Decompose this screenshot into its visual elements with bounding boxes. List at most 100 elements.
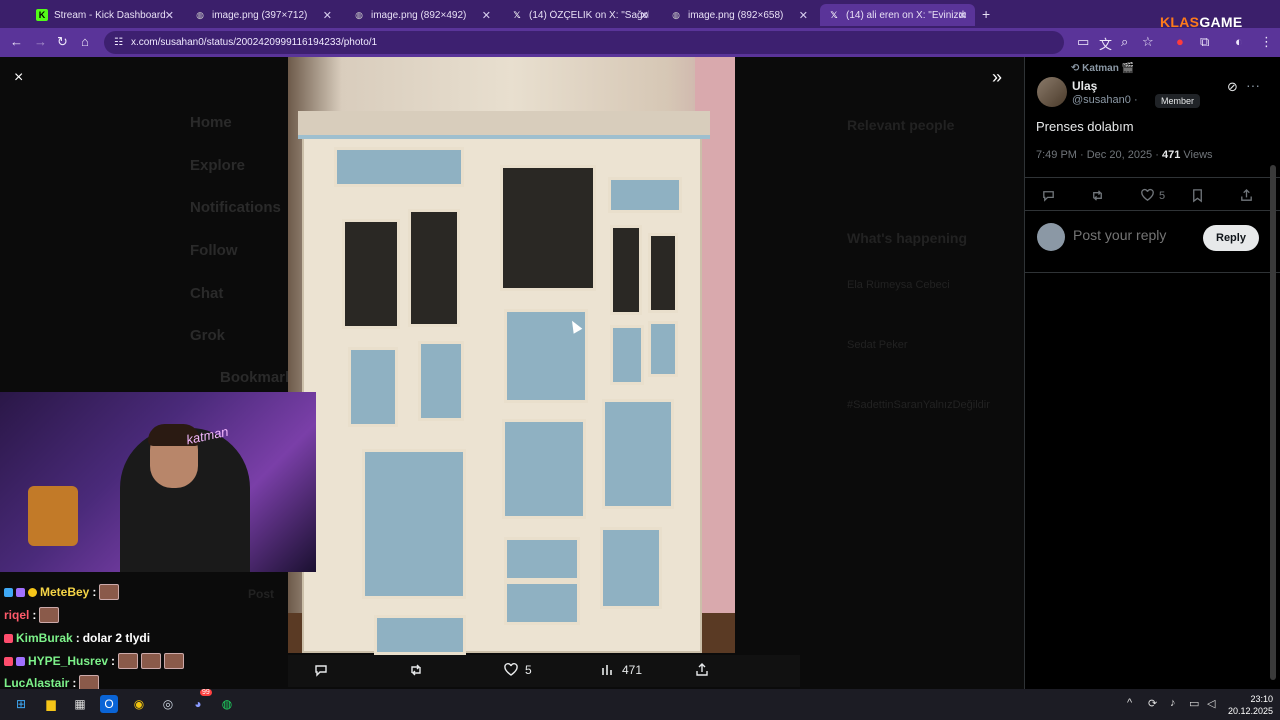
close-tab-icon[interactable]: ✕ [323,9,332,22]
wardrobe-panel [602,399,674,509]
file-explorer-icon[interactable]: ▆ [42,695,60,713]
volume-icon[interactable]: ◁ [1207,697,1215,710]
repost-action[interactable] [408,662,424,678]
tab-ali-eren[interactable]: 𝕏 (14) ali eren on X: "Evinizdeki e ✕ [820,4,975,26]
wardrobe-panel [600,527,662,609]
browser-tab-bar: K Stream - Kick Dashboard ✕ ◍ image.png … [0,0,1280,30]
discord-icon[interactable]: ◕ 99 [189,689,212,713]
reply-input[interactable] [1073,227,1213,243]
wardrobe-panel [502,419,586,519]
reposted-by[interactable]: ⟲ Katman 🎬 [1071,63,1134,74]
sub-badge-icon [4,633,13,643]
bg-trend-3: #SadettinSaranYalnızDeğildir [847,399,990,411]
close-tab-icon[interactable]: ✕ [958,9,967,22]
translate-icon[interactable]: 文 [1099,34,1112,53]
home-icon[interactable]: ⌂ [81,34,89,49]
install-icon[interactable]: ▭ [1077,34,1089,50]
webcam-overlay: katman [0,392,316,572]
bg-trend-1: Ela Rümeysa Cebeci [847,279,950,291]
wardrobe-glass [610,225,642,315]
sub-badge-icon [4,656,13,666]
bg-nav-grok: Grok [190,327,226,344]
reply-icon [1043,191,1054,202]
like-button[interactable]: 5 [1140,188,1165,203]
wardrobe-roof [298,111,710,139]
tab-title: image.png (892×658) [688,9,784,21]
like-action[interactable]: 5 [503,662,532,678]
wardrobe-panel [334,147,464,187]
address-bar[interactable]: ☷ x.com/susahan0/status/2002420999116194… [104,31,1064,54]
reply-submit-button[interactable]: Reply [1203,225,1259,251]
close-tab-icon[interactable]: ✕ [640,9,649,22]
wardrobe-photo [288,57,735,655]
sync-icon[interactable]: ⟳ [1148,697,1157,710]
store-icon[interactable]: ▦ [71,695,89,713]
member-badge: Member [1155,94,1201,108]
emote-icon [164,653,185,669]
sub-badge-icon [4,587,13,597]
back-icon[interactable]: ← [10,34,23,49]
share-button[interactable] [1239,188,1254,203]
tab-title: (14) ÖZÇELİK on X: "Sağol abi g [529,9,649,21]
bookmark-star-icon[interactable]: ☆ [1142,34,1154,50]
site-info-icon[interactable]: ☷ [114,37,123,48]
tweet-text: Prenses dolabım [1036,119,1134,134]
tab-title: Stream - Kick Dashboard [54,9,166,21]
bookmark-icon [1193,189,1202,203]
avatar[interactable] [1037,77,1067,107]
gift-badge-icon [16,656,25,666]
author-handle[interactable]: @susahan0 · [1072,94,1138,106]
chat-message: KimBurak : dolar 2 tlydi [4,631,150,645]
reply-button[interactable] [1041,188,1056,203]
tweet-actions: 5 [1025,177,1280,211]
bookmark-button[interactable] [1190,188,1205,203]
new-tab-icon[interactable]: + [982,6,990,22]
grok-icon[interactable]: ⊘ [1227,79,1238,95]
zoom-icon[interactable]: ⌕ [1121,34,1128,50]
scrollbar[interactable] [1270,165,1276,680]
spotify-icon[interactable]: ◍ [218,695,236,713]
tab-image-1[interactable]: ◍ image.png (397×712) ✕ [186,4,340,26]
forward-icon[interactable]: → [34,34,47,49]
views-icon [602,665,612,675]
network-icon[interactable]: ▭ [1189,697,1199,710]
tab-ozcelik[interactable]: 𝕏 (14) ÖZÇELİK on X: "Sağol abi g ✕ [503,4,657,26]
extension-red-icon[interactable]: ● [1176,34,1184,49]
tweet-time[interactable]: 7:49 PM · Dec 20, 2025 [1036,149,1152,161]
tab-image-3[interactable]: ◍ image.png (892×658) ✕ [662,4,816,26]
close-tab-icon[interactable]: ✕ [482,9,491,22]
toggle-panel-icon[interactable]: » [992,67,1002,88]
emote-icon [39,607,60,623]
views-action[interactable]: 471 [600,662,642,678]
repost-icon [1093,190,1102,201]
wardrobe-glass [408,209,460,327]
reload-icon[interactable]: ↻ [57,34,68,50]
chrome-icon[interactable]: ◉ [130,695,148,713]
chat-username: LucAlastair [4,676,70,690]
repost-button[interactable] [1090,188,1105,203]
system-clock[interactable]: 23:10 20.12.2025 [1228,693,1273,717]
tab-kick-dashboard[interactable]: K Stream - Kick Dashboard ✕ [28,4,182,26]
taskbar: ⊞ ▆ ▦ O ◉ ◎ ◕ 99 ◍ ^ ⟳ ♪ ▭ ◁ 23:10 20.12.… [0,689,1280,720]
globe-icon: ◍ [355,9,363,20]
wardrobe-panel [418,341,464,421]
outlook-icon[interactable]: O [100,695,118,713]
profile-avatar[interactable]: ◐ [1235,34,1243,49]
extensions-icon[interactable]: ⧉ [1200,34,1209,50]
tab-title: image.png (397×712) [212,9,308,21]
tray-chevron-icon[interactable]: ^ [1127,697,1132,709]
mic-icon[interactable]: ♪ [1170,697,1176,709]
globe-icon: ◍ [196,9,204,20]
menu-icon[interactable]: ⋮ [1260,34,1273,50]
close-tab-icon[interactable]: ✕ [799,9,808,22]
close-tab-icon[interactable]: ✕ [165,9,174,22]
globe-icon: ◍ [672,9,680,20]
steam-icon[interactable]: ◎ [159,695,177,713]
tab-image-2[interactable]: ◍ image.png (892×492) ✕ [345,4,499,26]
more-icon[interactable]: ··· [1246,77,1260,93]
windows-icon[interactable]: ⊞ [12,695,30,713]
author-name[interactable]: Ulaş [1072,79,1097,93]
share-action[interactable] [694,662,710,678]
bg-relevant-people: Relevant people [847,117,955,133]
close-viewer-icon[interactable]: × [14,69,23,87]
